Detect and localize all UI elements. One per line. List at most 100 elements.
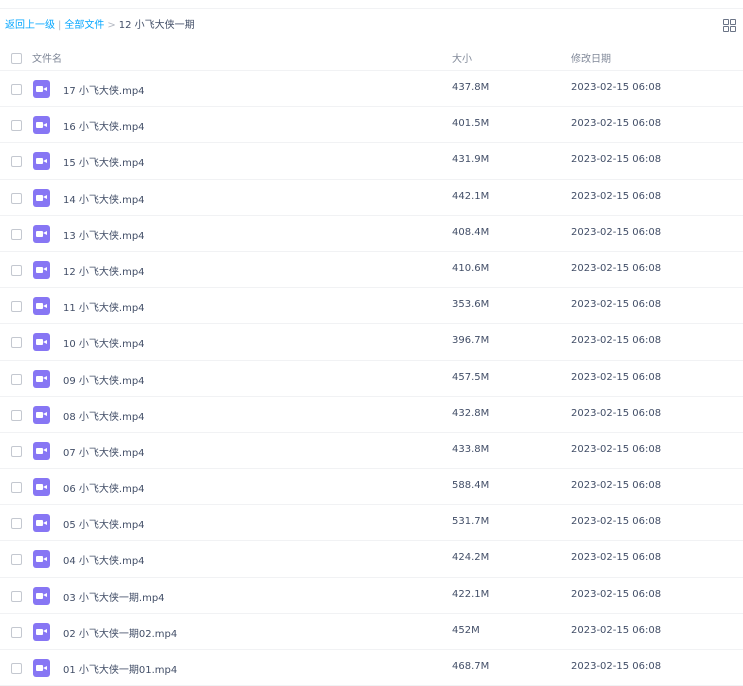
video-file-icon <box>33 80 50 98</box>
file-row[interactable]: 04 小飞大侠.mp4 424.2M 2023-02-15 06:08 <box>0 541 743 578</box>
file-modified-date: 2023-02-15 06:08 <box>571 443 662 455</box>
file-checkbox[interactable] <box>11 120 22 132</box>
breadcrumb-divider: | <box>58 20 62 31</box>
file-modified-date: 2023-02-15 06:08 <box>571 226 662 238</box>
file-modified-date: 2023-02-15 06:08 <box>571 588 662 600</box>
file-name[interactable]: 15 小飞大侠.mp4 <box>63 154 145 169</box>
file-checkbox[interactable] <box>11 192 22 204</box>
file-name[interactable]: 14 小飞大侠.mp4 <box>63 191 145 206</box>
file-modified-date: 2023-02-15 06:08 <box>571 262 662 274</box>
file-checkbox[interactable] <box>11 373 22 385</box>
video-file-icon <box>33 297 50 316</box>
file-name[interactable]: 16 小飞大侠.mp4 <box>63 118 145 133</box>
file-size: 588.4M <box>452 480 490 492</box>
file-size: 433.8M <box>452 443 490 455</box>
file-modified-date: 2023-02-15 06:08 <box>571 335 662 347</box>
file-size: 431.9M <box>452 154 490 166</box>
video-file-icon <box>33 333 50 352</box>
file-checkbox[interactable] <box>11 301 22 313</box>
file-checkbox[interactable] <box>11 337 22 349</box>
file-size: 396.7M <box>452 335 490 347</box>
column-header-name[interactable]: 文件名 <box>32 50 62 65</box>
file-name[interactable]: 11 小飞大侠.mp4 <box>63 299 145 314</box>
file-row[interactable]: 03 小飞大侠一期.mp4 422.1M 2023-02-15 06:08 <box>0 578 743 614</box>
file-checkbox[interactable] <box>11 264 22 276</box>
file-row[interactable]: 09 小飞大侠.mp4 457.5M 2023-02-15 06:08 <box>0 361 743 397</box>
file-row[interactable]: 01 小飞大侠一期01.mp4 468.7M 2023-02-15 06:08 <box>0 650 743 686</box>
top-divider <box>0 0 743 9</box>
file-size: 442.1M <box>452 190 490 202</box>
file-name[interactable]: 04 小飞大侠.mp4 <box>63 552 145 567</box>
file-checkbox[interactable] <box>11 445 22 457</box>
column-header-modified[interactable]: 修改日期 <box>571 50 611 65</box>
file-row[interactable]: 17 小飞大侠.mp4 437.8M 2023-02-15 06:08 <box>0 71 743 108</box>
file-checkbox[interactable] <box>11 518 22 530</box>
file-checkbox[interactable] <box>11 228 22 240</box>
video-file-icon <box>33 152 50 171</box>
file-checkbox[interactable] <box>11 156 22 168</box>
file-name[interactable]: 03 小飞大侠一期.mp4 <box>63 589 165 604</box>
file-checkbox[interactable] <box>11 590 22 602</box>
file-name[interactable]: 02 小飞大侠一期02.mp4 <box>63 625 177 640</box>
file-checkbox[interactable] <box>11 663 22 674</box>
file-name[interactable]: 06 小飞大侠.mp4 <box>63 480 145 495</box>
file-row[interactable]: 05 小飞大侠.mp4 531.7M 2023-02-15 06:08 <box>0 505 743 542</box>
file-checkbox[interactable] <box>11 84 22 95</box>
file-list: 17 小飞大侠.mp4 437.8M 2023-02-15 06:08 16 小飞大侠… <box>0 71 743 686</box>
file-row[interactable]: 15 小飞大侠.mp4 431.9M 2023-02-15 06:08 <box>0 143 743 180</box>
file-list-header: 文件名 大小 修改日期 <box>0 42 743 71</box>
file-modified-date: 2023-02-15 06:08 <box>571 154 662 166</box>
file-name[interactable]: 17 小飞大侠.mp4 <box>63 82 145 97</box>
video-file-icon <box>33 659 50 677</box>
file-checkbox[interactable] <box>11 482 22 494</box>
file-checkbox[interactable] <box>11 626 22 638</box>
file-modified-date: 2023-02-15 06:08 <box>571 552 662 564</box>
file-size: 531.7M <box>452 516 490 528</box>
file-size: 452M <box>452 624 480 636</box>
breadcrumb: 返回上一级 | 全部文件 >12 小飞大侠一期 <box>5 18 195 34</box>
video-file-icon <box>33 586 50 605</box>
column-header-size[interactable]: 大小 <box>452 50 472 65</box>
file-row[interactable]: 16 小飞大侠.mp4 401.5M 2023-02-15 06:08 <box>0 107 743 144</box>
file-modified-date: 2023-02-15 06:08 <box>571 82 662 93</box>
file-size: 424.2M <box>452 552 490 564</box>
file-row[interactable]: 06 小飞大侠.mp4 588.4M 2023-02-15 06:08 <box>0 469 743 506</box>
file-name[interactable]: 13 小飞大侠.mp4 <box>63 227 145 242</box>
file-size: 408.4M <box>452 226 490 238</box>
video-file-icon <box>33 188 50 207</box>
file-name[interactable]: 12 小飞大侠.mp4 <box>63 263 145 278</box>
file-modified-date: 2023-02-15 06:08 <box>571 190 662 202</box>
file-row[interactable]: 13 小飞大侠.mp4 408.4M 2023-02-15 06:08 <box>0 216 743 252</box>
file-size: 437.8M <box>452 82 490 93</box>
file-size: 422.1M <box>452 588 490 600</box>
file-row[interactable]: 02 小飞大侠一期02.mp4 452M 2023-02-15 06:08 <box>0 614 743 650</box>
select-all-checkbox[interactable] <box>11 53 22 64</box>
file-modified-date: 2023-02-15 06:08 <box>571 407 662 419</box>
file-size: 401.5M <box>452 118 490 130</box>
file-row[interactable]: 14 小飞大侠.mp4 442.1M 2023-02-15 06:08 <box>0 180 743 216</box>
video-file-icon <box>33 405 50 424</box>
file-checkbox[interactable] <box>11 409 22 421</box>
file-modified-date: 2023-02-15 06:08 <box>571 118 662 130</box>
breadcrumb-arrow: > <box>107 20 116 31</box>
file-name[interactable]: 10 小飞大侠.mp4 <box>63 335 145 350</box>
file-row[interactable]: 07 小飞大侠.mp4 433.8M 2023-02-15 06:08 <box>0 433 743 470</box>
file-checkbox[interactable] <box>11 554 22 566</box>
file-name[interactable]: 05 小飞大侠.mp4 <box>63 516 145 531</box>
file-row[interactable]: 10 小飞大侠.mp4 396.7M 2023-02-15 06:08 <box>0 324 743 361</box>
file-row[interactable]: 11 小飞大侠.mp4 353.6M 2023-02-15 06:08 <box>0 288 743 325</box>
file-size: 410.6M <box>452 262 490 274</box>
file-name[interactable]: 08 小飞大侠.mp4 <box>63 408 145 423</box>
back-link[interactable]: 返回上一级 <box>5 20 55 31</box>
file-name[interactable]: 09 小飞大侠.mp4 <box>63 372 145 387</box>
file-size: 457.5M <box>452 371 490 383</box>
file-name[interactable]: 07 小飞大侠.mp4 <box>63 444 145 459</box>
file-row[interactable]: 08 小飞大侠.mp4 432.8M 2023-02-15 06:08 <box>0 397 743 433</box>
file-size: 468.7M <box>452 661 490 672</box>
video-file-icon <box>33 224 50 243</box>
file-size: 432.8M <box>452 407 490 419</box>
file-row[interactable]: 12 小飞大侠.mp4 410.6M 2023-02-15 06:08 <box>0 252 743 289</box>
file-name[interactable]: 01 小飞大侠一期01.mp4 <box>63 661 177 676</box>
grid-view-icon[interactable] <box>723 19 737 33</box>
all-files-link[interactable]: 全部文件 <box>64 20 104 31</box>
